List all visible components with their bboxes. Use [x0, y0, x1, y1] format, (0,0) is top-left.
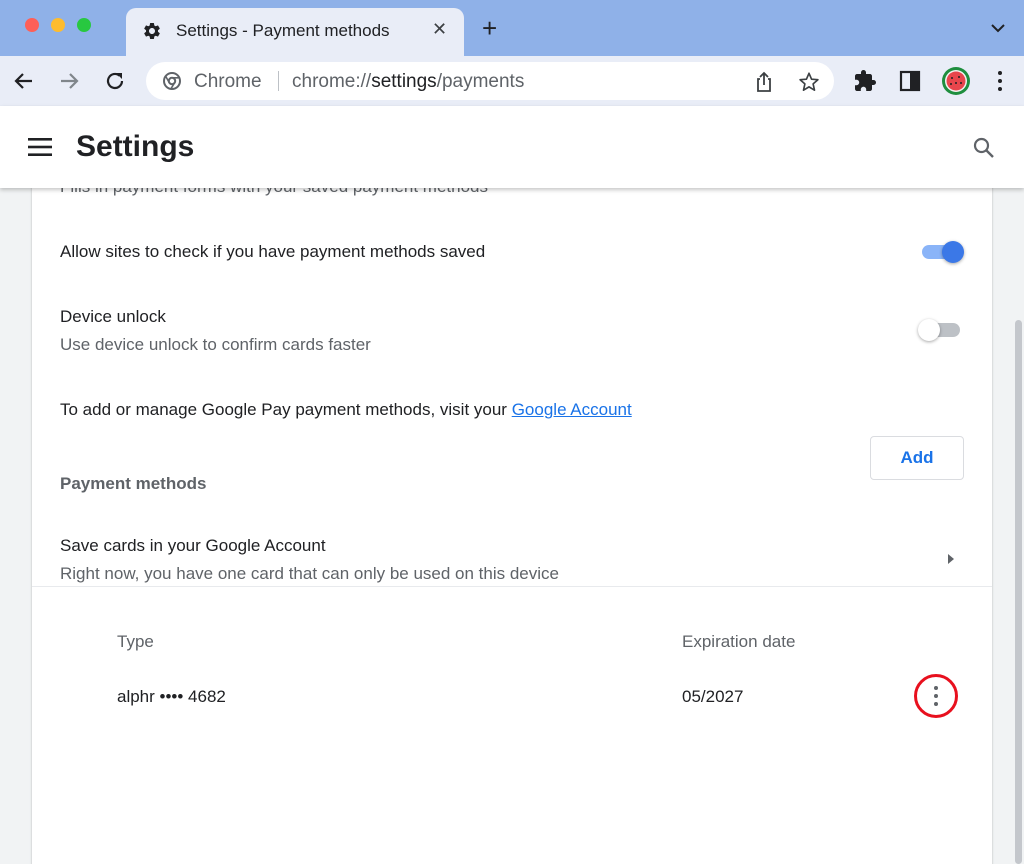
side-panel-icon[interactable]: [899, 70, 921, 92]
url-text[interactable]: chrome://settings/payments: [292, 71, 524, 93]
add-payment-method-button[interactable]: Add: [870, 436, 964, 480]
url-path: /payments: [436, 71, 525, 92]
triangle-right-icon: [948, 554, 954, 564]
card-expiration: 05/2027: [682, 687, 744, 706]
gear-icon: [144, 22, 160, 39]
chevron-down-icon[interactable]: [990, 20, 1006, 36]
more-actions-button[interactable]: [914, 674, 958, 718]
url-host: settings: [371, 71, 437, 92]
page-title: Settings: [76, 130, 195, 163]
settings-content: Fills in payment forms with your saved p…: [0, 188, 1024, 864]
scrollbar-thumb[interactable]: [1015, 320, 1022, 864]
tab-title: Settings - Payment methods: [176, 21, 390, 40]
payment-methods-card: Fills in payment forms with your saved p…: [32, 188, 992, 864]
allow-check-toggle[interactable]: [918, 240, 964, 264]
save-cards-label: Save cards in your Google Account: [60, 536, 326, 555]
close-icon[interactable]: ✕: [432, 19, 447, 40]
google-pay-text: To add or manage Google Pay payment meth…: [60, 400, 632, 420]
arrow-right-icon[interactable]: [57, 69, 81, 93]
allow-check-label: Allow sites to check if you have payment…: [60, 242, 486, 261]
column-header-type: Type: [117, 632, 154, 651]
toggle-knob: [918, 319, 940, 341]
partial-description: Fills in payment forms with your saved p…: [60, 188, 488, 197]
maximize-window-button[interactable]: [77, 18, 91, 32]
divider: [32, 586, 992, 587]
kebab-menu-icon[interactable]: [998, 71, 1002, 91]
share-icon[interactable]: [754, 71, 774, 93]
google-pay-description: To add or manage Google Pay payment meth…: [60, 400, 507, 419]
hamburger-menu-icon[interactable]: [28, 136, 52, 158]
browser-toolbar: Chrome chrome://settings/payments: [0, 56, 1024, 106]
device-unlock-label: Device unlock: [60, 307, 166, 326]
payment-methods-heading: Payment methods: [60, 474, 207, 493]
arrow-left-icon[interactable]: [12, 69, 36, 93]
toggle-knob: [942, 241, 964, 263]
settings-header: Settings: [0, 106, 1024, 188]
device-unlock-toggle[interactable]: [914, 318, 964, 342]
save-cards-sublabel: Right now, you have one card that can on…: [60, 564, 559, 583]
omnibox-separator: [278, 71, 279, 91]
card-type: alphr •••• 4682: [117, 687, 226, 706]
search-icon[interactable]: [972, 136, 996, 160]
save-cards-row[interactable]: Save cards in your Google Account Right …: [32, 522, 992, 586]
tab-settings-payment-methods[interactable]: Settings - Payment methods ✕: [126, 8, 464, 56]
table-row: alphr •••• 4682 05/2027: [32, 668, 992, 724]
avatar[interactable]: [941, 66, 971, 96]
url-scheme: chrome://: [292, 71, 372, 92]
tab-strip: Settings - Payment methods ✕ +: [0, 0, 1024, 56]
google-account-link[interactable]: Google Account: [512, 400, 632, 419]
chrome-logo-icon[interactable]: [162, 71, 182, 91]
minimize-window-button[interactable]: [51, 18, 65, 32]
address-bar[interactable]: Chrome chrome://settings/payments: [146, 62, 834, 100]
column-header-expiration: Expiration date: [682, 632, 796, 651]
puzzle-icon[interactable]: [853, 69, 877, 93]
star-icon[interactable]: [798, 71, 820, 93]
device-unlock-sublabel: Use device unlock to confirm cards faste…: [60, 335, 371, 354]
reload-icon[interactable]: [103, 69, 127, 93]
watermelon-avatar-icon: [942, 67, 970, 95]
close-window-button[interactable]: [25, 18, 39, 32]
plus-icon[interactable]: +: [482, 14, 497, 42]
site-label: Chrome: [194, 71, 262, 92]
